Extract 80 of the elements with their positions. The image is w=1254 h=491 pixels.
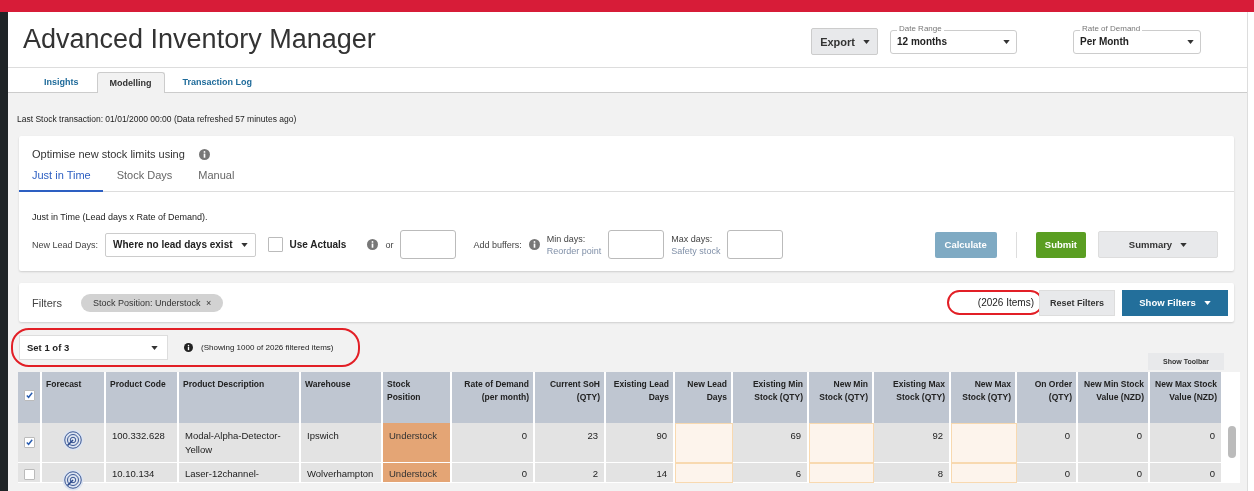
scrollbar-thumb[interactable] bbox=[1227, 426, 1236, 458]
table-cell: 0 bbox=[1136, 430, 1142, 441]
export-button[interactable]: Export bbox=[811, 28, 878, 55]
min-days-input[interactable] bbox=[608, 230, 665, 259]
radar-icon[interactable] bbox=[62, 469, 84, 491]
table-cell: 0 bbox=[1209, 468, 1215, 479]
last-transaction-text: Last Stock transaction: 01/01/2000 00:00 (Data refreshed 57 minutes ago) bbox=[17, 113, 298, 126]
tab[interactable]: Transaction Log bbox=[172, 72, 263, 92]
caret-icon bbox=[240, 242, 248, 247]
field-label: Add buffers: bbox=[473, 239, 522, 250]
filter-chip[interactable]: Stock Position: Understock × bbox=[80, 293, 224, 312]
method-tab[interactable]: Stock Days bbox=[104, 166, 185, 191]
method-tab[interactable]: Manual bbox=[186, 166, 247, 191]
info-icon bbox=[198, 148, 210, 160]
caret-icon bbox=[1180, 242, 1188, 247]
set-select[interactable]: Set 1 of 3 bbox=[19, 335, 168, 360]
app-title: Advanced Inventory Manager bbox=[23, 24, 377, 55]
stock-position-cell: Understock bbox=[383, 423, 452, 463]
table-cell: Laser-12channel- bbox=[185, 468, 259, 479]
showing-count-text: (Showing 1000 of 2026 filtered items) bbox=[201, 343, 334, 352]
editable-cell[interactable] bbox=[809, 423, 874, 463]
editable-cell[interactable] bbox=[951, 423, 1017, 463]
info-icon bbox=[528, 239, 540, 250]
table-cell: Wolverhampton bbox=[307, 468, 374, 479]
method-description: Just in Time (Lead days x Rate of Demand). bbox=[31, 211, 209, 224]
caret-icon bbox=[151, 345, 158, 350]
table-cell: Ipswich bbox=[307, 430, 339, 441]
reset-filters-button[interactable]: Reset Filters bbox=[1038, 289, 1115, 316]
field-label: Max days: bbox=[671, 233, 714, 244]
table-cell: 23 bbox=[587, 430, 598, 441]
section-title: Optimise new stock limits using bbox=[32, 148, 185, 160]
method-tab[interactable]: Just in Time bbox=[19, 166, 103, 192]
table-cell: 0 bbox=[521, 430, 527, 441]
field-hint: Safety stock bbox=[671, 245, 721, 256]
summary-button[interactable]: Summary bbox=[1098, 231, 1218, 258]
table-cell: 2 bbox=[592, 468, 598, 479]
field-label: New Lead Days: bbox=[32, 239, 99, 250]
max-days-input[interactable] bbox=[727, 230, 784, 259]
lead-days-input[interactable] bbox=[400, 230, 457, 259]
checkbox[interactable] bbox=[23, 390, 35, 401]
table-cell: 0 bbox=[1064, 468, 1070, 479]
tab[interactable]: Insights bbox=[34, 72, 89, 92]
checkbox[interactable] bbox=[23, 437, 35, 448]
table-cell: 0 bbox=[1209, 430, 1215, 441]
table-cell: 69 bbox=[790, 430, 801, 441]
lead-days-select[interactable]: Where no lead days exist bbox=[105, 232, 256, 257]
editable-cell[interactable] bbox=[675, 463, 733, 483]
field-label: Min days: bbox=[546, 233, 587, 244]
table-cell: 0 bbox=[1064, 430, 1070, 441]
caret-icon bbox=[1187, 39, 1194, 44]
checkbox-label: Use Actuals bbox=[289, 239, 347, 250]
editable-cell[interactable] bbox=[809, 463, 874, 483]
field-hint: Reorder point bbox=[546, 245, 602, 256]
show-filters-button[interactable]: Show Filters bbox=[1122, 289, 1228, 316]
filters-label: Filters bbox=[32, 296, 62, 309]
tab[interactable]: Modelling bbox=[96, 72, 165, 93]
info-icon bbox=[184, 343, 193, 352]
table-cell: 10.10.134 bbox=[112, 468, 155, 479]
editable-cell[interactable] bbox=[951, 463, 1017, 483]
table-cell: 90 bbox=[656, 430, 667, 441]
field-label: Rate of Demand bbox=[1080, 23, 1143, 33]
table-cell: 100.332.628 bbox=[112, 430, 165, 441]
or-label: or bbox=[385, 239, 394, 250]
info-icon bbox=[367, 239, 379, 250]
stock-position-cell: Understock bbox=[383, 463, 452, 483]
table-cell: 92 bbox=[932, 430, 943, 441]
editable-cell[interactable] bbox=[675, 423, 733, 463]
radar-icon[interactable] bbox=[62, 429, 84, 451]
table-cell: 14 bbox=[656, 468, 667, 479]
table-cell: 0 bbox=[1136, 468, 1142, 479]
table-cell: Modal-Alpha-Detector-Yellow bbox=[185, 430, 281, 456]
checkbox[interactable] bbox=[23, 469, 35, 480]
caret-icon bbox=[1003, 39, 1010, 44]
table-cell: 0 bbox=[521, 468, 527, 479]
table-cell: 6 bbox=[795, 468, 801, 479]
field-label: Date Range bbox=[897, 23, 944, 33]
table-cell: 8 bbox=[937, 468, 943, 479]
checkbox[interactable] bbox=[267, 237, 283, 252]
caret-icon bbox=[863, 39, 870, 44]
caret-icon bbox=[1203, 300, 1211, 305]
